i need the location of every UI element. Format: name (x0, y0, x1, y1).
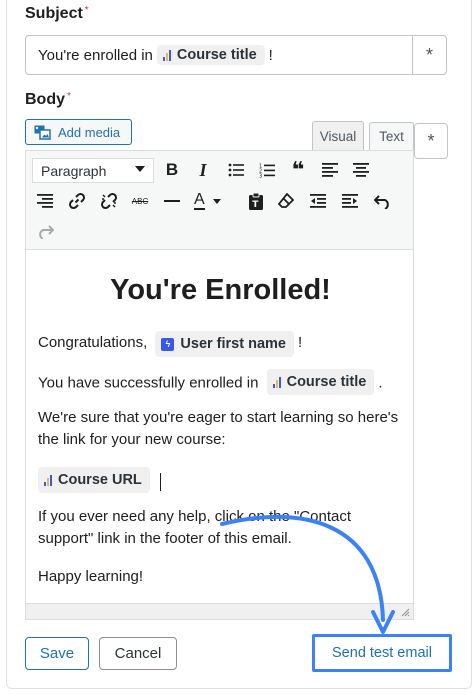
asterisk-icon: * (427, 130, 435, 151)
send-test-email-button[interactable]: Send test email (312, 634, 452, 672)
paste-text-icon[interactable]: T (242, 187, 270, 215)
email-heading: You're Enrolled! (110, 274, 331, 306)
subject-value: You're enrolled in Course title ! (38, 45, 273, 65)
editor-status-bar (26, 603, 413, 619)
subject-merge-tag-button[interactable]: * (412, 36, 446, 74)
course-url-line: Course URL (38, 467, 403, 493)
user-first-name-token[interactable]: ϟ User first name (155, 331, 294, 357)
course-title-token[interactable]: Course title (266, 369, 375, 395)
required-mark: * (67, 91, 71, 102)
svg-text:T: T (252, 200, 259, 210)
link-icon[interactable] (63, 187, 91, 215)
eager-paragraph: We're sure that you're eager to start le… (38, 409, 399, 448)
cancel-button[interactable]: Cancel (99, 637, 177, 670)
chevron-down-icon (135, 166, 145, 172)
clear-format-icon[interactable] (272, 187, 300, 215)
asterisk-icon: * (425, 44, 433, 65)
svg-text:3: 3 (259, 173, 262, 178)
closing-line: Happy learning! (38, 568, 144, 585)
bullet-list-icon[interactable] (222, 156, 250, 184)
format-select[interactable]: Paragraph (32, 158, 154, 183)
bar-chart-icon (162, 49, 171, 61)
strikethrough-icon[interactable]: ABC (126, 187, 154, 215)
required-mark: * (84, 5, 89, 16)
indent-icon[interactable] (336, 187, 364, 215)
align-right-icon[interactable] (31, 187, 59, 215)
align-left-icon[interactable] (316, 156, 344, 184)
congrats-line: Congratulations, ϟ User first name ! (38, 331, 403, 357)
course-title-token[interactable]: Course title (156, 45, 265, 65)
rich-text-editor: Paragraph B I 123 ❝ ABC A T You're Enrol… (25, 150, 414, 620)
tab-text[interactable]: Text (369, 122, 414, 150)
unlink-icon[interactable] (95, 187, 123, 215)
bolt-icon: ϟ (161, 337, 175, 351)
align-center-icon[interactable] (347, 156, 375, 184)
redo-icon[interactable] (31, 217, 59, 245)
editor-content[interactable]: You're Enrolled! Congratulations, ϟ User… (38, 250, 403, 602)
subject-label: Subject * (25, 5, 89, 22)
bar-chart-icon (272, 376, 281, 388)
enrolled-line: You have successfully enrolled in Course… (38, 369, 403, 395)
numbered-list-icon[interactable]: 123 (253, 156, 281, 184)
help-paragraph: If you ever need any help, click on the … (38, 508, 352, 547)
subject-input[interactable]: You're enrolled in Course title ! * (25, 35, 447, 75)
course-url-token[interactable]: Course URL (38, 467, 150, 493)
tab-visual[interactable]: Visual (312, 121, 364, 151)
blockquote-icon[interactable]: ❝ (284, 156, 312, 184)
italic-icon[interactable]: I (189, 156, 217, 184)
editor-toolbar: Paragraph B I 123 ❝ ABC A T (26, 151, 413, 250)
resize-handle-icon[interactable] (400, 607, 410, 617)
bar-chart-icon (44, 474, 52, 486)
bold-icon[interactable]: B (158, 156, 186, 184)
add-media-button[interactable]: Add media (25, 119, 132, 145)
undo-icon[interactable] (368, 187, 396, 215)
text-color-icon[interactable]: A (190, 187, 230, 215)
media-icon (34, 125, 51, 140)
horizontal-rule-icon[interactable] (158, 187, 186, 215)
outdent-icon[interactable] (304, 187, 332, 215)
chevron-down-icon (212, 198, 221, 204)
save-button[interactable]: Save (25, 637, 89, 670)
body-merge-tag-button[interactable]: * (414, 123, 448, 159)
text-cursor (159, 472, 161, 491)
body-label: Body * (25, 91, 71, 108)
